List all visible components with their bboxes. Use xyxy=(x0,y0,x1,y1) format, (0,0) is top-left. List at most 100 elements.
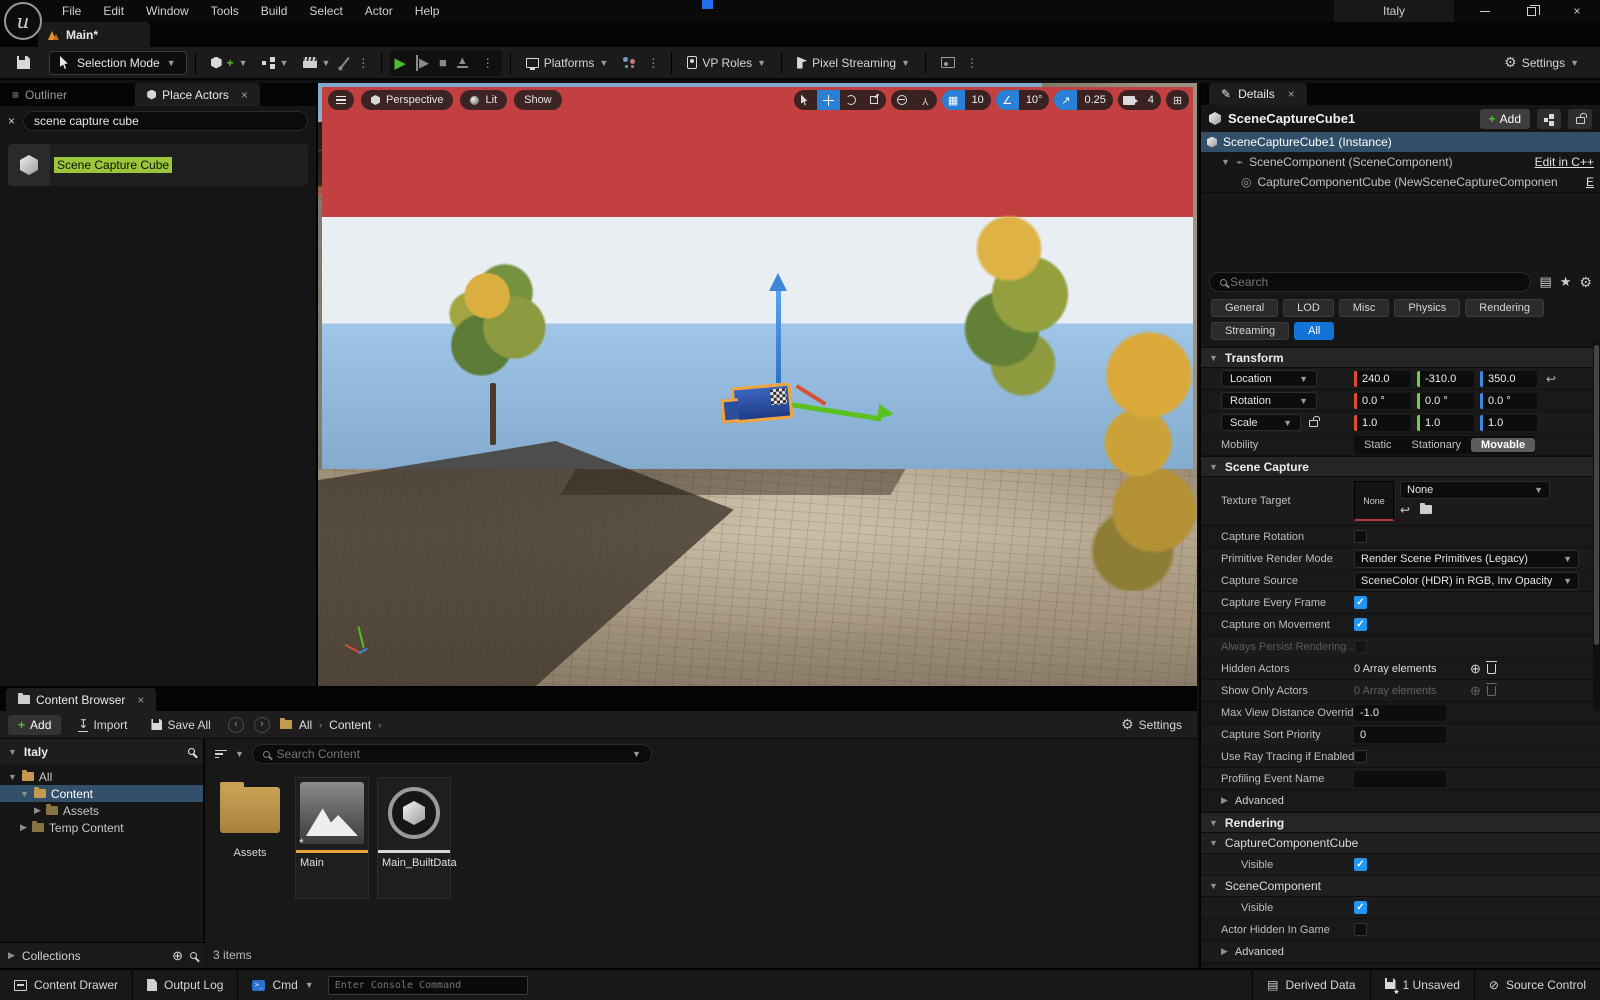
content-search-input[interactable] xyxy=(277,747,625,761)
crumb-all[interactable]: All xyxy=(299,718,312,732)
vp-roles-dropdown[interactable]: VP Roles▼ xyxy=(680,52,773,74)
cinematics-dropdown[interactable]: ▼ xyxy=(296,53,338,72)
close-icon[interactable]: × xyxy=(137,693,144,707)
favorites-star-icon[interactable]: ★ xyxy=(1560,274,1572,290)
tree-search-icon[interactable] xyxy=(188,748,195,755)
filter-all[interactable]: All xyxy=(1294,322,1334,340)
cb-save-all-button[interactable]: Save All xyxy=(144,714,217,736)
blueprint-edit-button[interactable] xyxy=(1537,109,1561,129)
viewport-menu-button[interactable] xyxy=(328,90,354,110)
multi-user-button[interactable] xyxy=(615,53,643,73)
filter-physics[interactable]: Physics xyxy=(1394,299,1460,317)
scale-y-field[interactable]: 1.0 xyxy=(1417,415,1474,431)
settings-dropdown[interactable]: ⚙Settings▼ xyxy=(1497,50,1586,75)
display-options-icon[interactable]: ▤ xyxy=(1539,274,1551,290)
forward-icon[interactable]: › xyxy=(254,717,270,733)
source-header[interactable]: ▼ Italy xyxy=(0,739,203,764)
blueprints-dropdown[interactable]: ▼ xyxy=(255,53,296,73)
place-actors-search[interactable] xyxy=(23,111,308,131)
back-icon[interactable]: ‹ xyxy=(228,717,244,733)
unreal-logo-icon[interactable]: u xyxy=(4,2,42,40)
tree-item-assets[interactable]: ▶Assets xyxy=(0,802,203,819)
scale-snap-value[interactable]: 0.25 xyxy=(1077,90,1112,110)
scale-lock-icon[interactable] xyxy=(1309,420,1318,427)
tab-place-actors[interactable]: Place Actors× xyxy=(135,83,260,106)
filter-misc[interactable]: Misc xyxy=(1339,299,1390,317)
asset-tile-folder[interactable]: Assets xyxy=(213,777,287,859)
visible-checkbox[interactable] xyxy=(1354,858,1367,871)
rotate-tool-button[interactable] xyxy=(840,90,863,110)
clear-search-icon[interactable]: × xyxy=(8,114,15,128)
media-capture-button[interactable] xyxy=(934,53,962,72)
subsection-scene-component[interactable]: ▼SceneComponent xyxy=(1201,876,1600,897)
mobility-stationary[interactable]: Stationary xyxy=(1402,438,1472,452)
primitive-render-mode-dropdown[interactable]: Render Scene Primitives (Legacy)▼ xyxy=(1354,550,1579,568)
grid-snap-value[interactable]: 10 xyxy=(965,90,991,110)
filter-general[interactable]: General xyxy=(1211,299,1278,317)
collections-search-icon[interactable] xyxy=(190,952,197,959)
save-button[interactable] xyxy=(10,52,37,73)
frame-skip-button[interactable]: ▶ xyxy=(416,55,429,71)
section-transform[interactable]: ▼Transform xyxy=(1201,347,1600,368)
tree-item-content[interactable]: ▼Content xyxy=(0,785,203,802)
rotation-y-field[interactable]: 0.0 ° xyxy=(1417,393,1474,409)
world-space-button[interactable] xyxy=(891,90,914,110)
scale-x-field[interactable]: 1.0 xyxy=(1354,415,1411,431)
row-advanced-scene-capture[interactable]: ▶ Advanced xyxy=(1201,790,1600,812)
location-x-field[interactable]: 240.0 xyxy=(1354,371,1411,387)
texture-target-dropdown[interactable]: None▼ xyxy=(1400,481,1550,499)
edit-link-truncated[interactable]: E xyxy=(1586,175,1594,189)
capture-sort-priority-field[interactable]: 0 xyxy=(1354,727,1446,743)
perspective-dropdown[interactable]: Perspective xyxy=(361,90,453,110)
chevron-down-icon[interactable]: ▼ xyxy=(632,749,641,759)
menu-window[interactable]: Window xyxy=(136,1,199,21)
details-scrollbar[interactable] xyxy=(1593,341,1600,711)
console-command-field[interactable] xyxy=(328,976,528,995)
add-collection-icon[interactable]: ⊕ xyxy=(172,948,183,964)
actor-hidden-checkbox[interactable] xyxy=(1354,923,1367,936)
menu-edit[interactable]: Edit xyxy=(93,1,134,21)
use-selected-asset-icon[interactable]: ↩ xyxy=(1400,503,1410,517)
pixel-streaming-dropdown[interactable]: Pixel Streaming▼ xyxy=(790,52,917,74)
mobility-static[interactable]: Static xyxy=(1354,438,1402,452)
restore-button[interactable] xyxy=(1508,0,1554,22)
source-control-button[interactable]: ⊘Source Control xyxy=(1475,970,1600,1000)
gizmo-x-axis[interactable] xyxy=(786,402,882,422)
gizmo-y-axis[interactable] xyxy=(796,384,827,405)
capture-rotation-checkbox[interactable] xyxy=(1354,530,1367,543)
collections-bar[interactable]: ▶ Collections ⊕ xyxy=(0,942,205,968)
location-dropdown[interactable]: Location▼ xyxy=(1221,370,1317,387)
menu-build[interactable]: Build xyxy=(251,1,298,21)
profiling-event-name-field[interactable] xyxy=(1354,771,1446,787)
scene-capture-actor[interactable] xyxy=(731,382,794,423)
details-gear-icon[interactable]: ⚙ xyxy=(1579,274,1592,291)
menu-file[interactable]: File xyxy=(52,1,91,21)
close-icon[interactable]: × xyxy=(241,88,248,102)
output-log-button[interactable]: Output Log xyxy=(133,970,238,1000)
move-tool-button[interactable] xyxy=(817,90,840,110)
cb-settings-button[interactable]: ⚙Settings xyxy=(1114,712,1189,737)
close-button[interactable]: × xyxy=(1554,0,1600,22)
grid-snap-button[interactable]: ▦ xyxy=(942,90,965,110)
cb-import-button[interactable]: ↧Import xyxy=(71,713,134,736)
section-rendering[interactable]: ▼Rendering xyxy=(1201,812,1600,833)
tab-content-browser[interactable]: Content Browser × xyxy=(6,688,156,711)
lock-button[interactable] xyxy=(1568,109,1592,129)
asset-tile-main-builtdata[interactable]: Main_BuiltData xyxy=(377,777,451,899)
play-options-dots[interactable]: ⋮ xyxy=(478,56,498,70)
scale-z-field[interactable]: 1.0 xyxy=(1480,415,1537,431)
details-search[interactable] xyxy=(1209,272,1531,292)
filter-streaming[interactable]: Streaming xyxy=(1211,322,1289,340)
add-array-element-icon[interactable]: ⊕ xyxy=(1470,661,1481,677)
tab-main-level[interactable]: Main* xyxy=(38,22,150,47)
camera-speed-value[interactable]: 4 xyxy=(1141,90,1161,110)
play-button[interactable]: ▶ xyxy=(394,54,406,72)
rotation-x-field[interactable]: 0.0 ° xyxy=(1354,393,1411,409)
tree-item-temp-content[interactable]: ▶Temp Content xyxy=(0,819,203,836)
reset-location-icon[interactable]: ↩ xyxy=(1546,372,1556,386)
add-component-button[interactable]: +Add xyxy=(1480,109,1530,129)
menu-actor[interactable]: Actor xyxy=(355,1,403,21)
trash-icon[interactable] xyxy=(1487,686,1496,696)
place-actors-search-input[interactable] xyxy=(34,114,297,128)
row-advanced-rendering[interactable]: ▶ Advanced xyxy=(1201,941,1600,963)
